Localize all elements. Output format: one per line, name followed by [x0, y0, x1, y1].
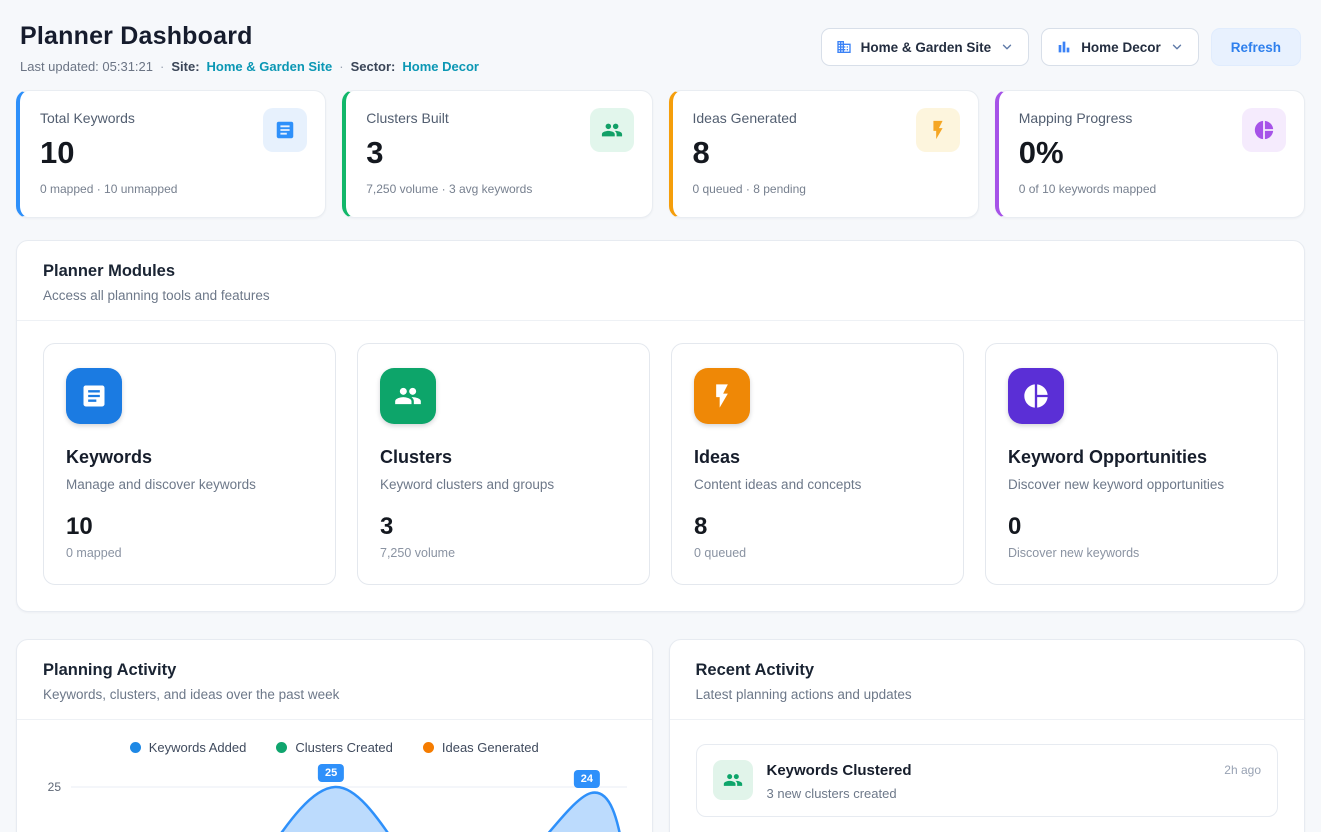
legend-item-ideas-generated: Ideas Generated — [423, 740, 539, 755]
module-title: Keyword Opportunities — [1008, 447, 1255, 468]
section-subtitle: Keywords, clusters, and ideas over the p… — [43, 687, 626, 702]
area-chart — [71, 773, 627, 832]
chart-point-label: 25 — [318, 764, 344, 782]
legend-item-clusters-created: Clusters Created — [276, 740, 393, 755]
planning-activity-panel: Planning Activity Keywords, clusters, an… — [16, 639, 653, 832]
module-sub: 0 queued — [694, 546, 941, 560]
bolt-icon — [694, 368, 750, 424]
activity-list: Keywords Clustered 3 new clusters create… — [670, 720, 1305, 832]
section-title: Planner Modules — [43, 262, 1278, 281]
module-card-keywords[interactable]: Keywords Manage and discover keywords 10… — [43, 343, 336, 585]
section-title: Planning Activity — [43, 661, 626, 680]
activity-title: Keywords Clustered — [767, 762, 1211, 779]
module-sub: 7,250 volume — [380, 546, 627, 560]
module-value: 10 — [66, 513, 313, 541]
chart-legend: Keywords Added Clusters Created Ideas Ge… — [17, 720, 652, 759]
pie-chart-icon — [1242, 108, 1286, 152]
document-icon — [263, 108, 307, 152]
header-controls: Home & Garden Site Home Decor Refresh — [821, 28, 1301, 66]
module-description: Manage and discover keywords — [66, 477, 313, 492]
title-block: Planner Dashboard Last updated: 05:31:21… — [20, 22, 479, 74]
sector-select-dropdown[interactable]: Home Decor — [1041, 28, 1199, 66]
module-value: 0 — [1008, 513, 1255, 541]
site-select-value: Home & Garden Site — [861, 40, 992, 55]
stat-card-mapping-progress: Mapping Progress 0% 0 of 10 keywords map… — [995, 90, 1305, 218]
legend-item-keywords-added: Keywords Added — [130, 740, 247, 755]
legend-dot — [423, 742, 434, 753]
section-subtitle: Access all planning tools and features — [43, 288, 1278, 303]
bottom-row: Planning Activity Keywords, clusters, an… — [16, 639, 1305, 832]
users-icon — [713, 760, 753, 800]
users-icon — [380, 368, 436, 424]
stat-card-clusters-built: Clusters Built 3 7,250 volume · 3 avg ke… — [342, 90, 652, 218]
planner-modules-panel: Planner Modules Access all planning tool… — [16, 240, 1305, 612]
stat-sub: 0 mapped · 10 unmapped — [40, 182, 305, 196]
legend-label: Ideas Generated — [442, 740, 539, 755]
sector-label: Sector: — [351, 59, 396, 74]
refresh-button[interactable]: Refresh — [1211, 28, 1301, 66]
module-description: Keyword clusters and groups — [380, 477, 627, 492]
separator-dot: · — [160, 59, 164, 74]
site-select-dropdown[interactable]: Home & Garden Site — [821, 28, 1030, 66]
stat-sub: 0 queued · 8 pending — [693, 182, 958, 196]
building-icon — [836, 39, 852, 55]
module-title: Ideas — [694, 447, 941, 468]
section-subtitle: Latest planning actions and updates — [696, 687, 1279, 702]
planning-activity-header: Planning Activity Keywords, clusters, an… — [17, 640, 652, 720]
users-icon — [590, 108, 634, 152]
site-label: Site: — [171, 59, 199, 74]
stat-card-ideas-generated: Ideas Generated 8 0 queued · 8 pending — [669, 90, 979, 218]
activity-body: Keywords Clustered 3 new clusters create… — [767, 760, 1211, 801]
module-card-clusters[interactable]: Clusters Keyword clusters and groups 3 7… — [357, 343, 650, 585]
legend-label: Keywords Added — [149, 740, 247, 755]
module-description: Discover new keyword opportunities — [1008, 477, 1255, 492]
legend-dot — [130, 742, 141, 753]
module-title: Keywords — [66, 447, 313, 468]
bar-chart-icon — [1056, 39, 1072, 55]
activity-timestamp: 2h ago — [1224, 763, 1261, 777]
planner-dashboard-page: Planner Dashboard Last updated: 05:31:21… — [0, 0, 1321, 832]
recent-activity-header: Recent Activity Latest planning actions … — [670, 640, 1305, 720]
module-sub: 0 mapped — [66, 546, 313, 560]
activity-item-keywords-clustered[interactable]: Keywords Clustered 3 new clusters create… — [696, 744, 1279, 817]
last-updated-text: Last updated: 05:31:21 — [20, 59, 153, 74]
bolt-icon — [916, 108, 960, 152]
activity-description: 3 new clusters created — [767, 786, 1211, 801]
sector-link[interactable]: Home Decor — [402, 59, 479, 74]
recent-activity-panel: Recent Activity Latest planning actions … — [669, 639, 1306, 832]
chevron-down-icon — [1000, 40, 1014, 54]
pie-chart-icon — [1008, 368, 1064, 424]
separator-dot: · — [339, 59, 343, 74]
module-description: Content ideas and concepts — [694, 477, 941, 492]
sector-select-value: Home Decor — [1081, 40, 1161, 55]
stat-sub: 0 of 10 keywords mapped — [1019, 182, 1284, 196]
module-value: 8 — [694, 513, 941, 541]
page-meta: Last updated: 05:31:21 · Site: Home & Ga… — [20, 59, 479, 74]
modules-grid: Keywords Manage and discover keywords 10… — [17, 321, 1304, 611]
document-icon — [66, 368, 122, 424]
chevron-down-icon — [1170, 40, 1184, 54]
module-card-ideas[interactable]: Ideas Content ideas and concepts 8 0 que… — [671, 343, 964, 585]
planner-modules-header: Planner Modules Access all planning tool… — [17, 241, 1304, 321]
stat-sub: 7,250 volume · 3 avg keywords — [366, 182, 631, 196]
planning-activity-chart: 25 25 24 — [17, 759, 652, 832]
module-card-keyword-opportunities[interactable]: Keyword Opportunities Discover new keywo… — [985, 343, 1278, 585]
legend-label: Clusters Created — [295, 740, 393, 755]
module-title: Clusters — [380, 447, 627, 468]
page-header: Planner Dashboard Last updated: 05:31:21… — [16, 22, 1305, 74]
chart-point-label: 24 — [574, 770, 600, 788]
page-title: Planner Dashboard — [20, 22, 479, 51]
module-sub: Discover new keywords — [1008, 546, 1255, 560]
site-link[interactable]: Home & Garden Site — [207, 59, 333, 74]
stats-row: Total Keywords 10 0 mapped · 10 unmapped… — [16, 90, 1305, 218]
y-axis-tick: 25 — [31, 773, 71, 794]
stat-card-total-keywords: Total Keywords 10 0 mapped · 10 unmapped — [16, 90, 326, 218]
module-value: 3 — [380, 513, 627, 541]
section-title: Recent Activity — [696, 661, 1279, 680]
legend-dot — [276, 742, 287, 753]
